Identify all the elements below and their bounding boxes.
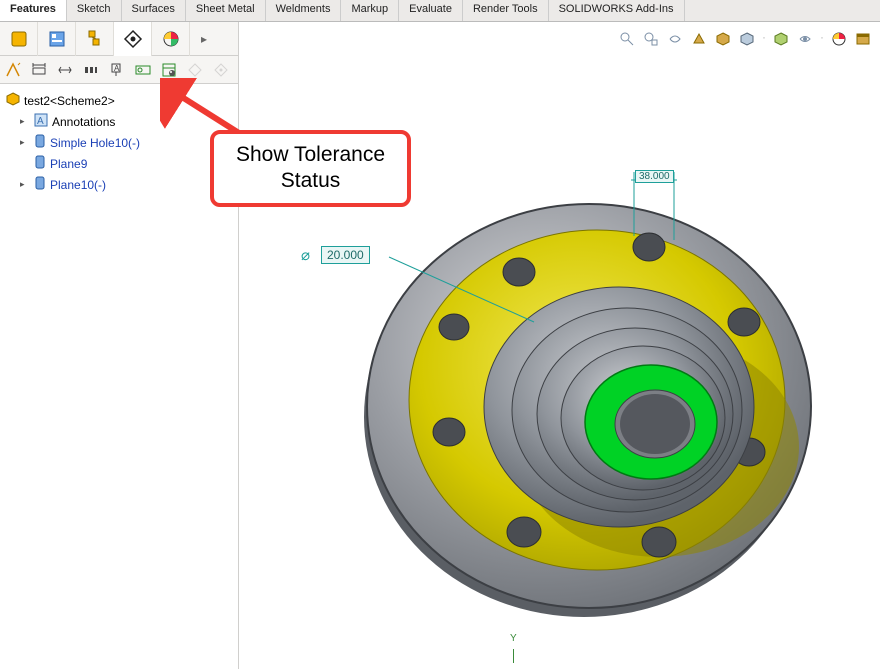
- pattern-feature-btn[interactable]: [82, 61, 100, 79]
- callout-text-2: Status: [236, 168, 385, 194]
- tab-sheet-metal[interactable]: Sheet Metal: [186, 0, 266, 21]
- tree-item-plane10[interactable]: ▸ Plane10(-): [6, 174, 232, 195]
- 3d-viewport[interactable]: · ·: [239, 22, 880, 669]
- feature-icon: [34, 176, 46, 193]
- tab-features[interactable]: Features: [0, 0, 67, 21]
- tab-markup[interactable]: Markup: [341, 0, 399, 21]
- location-dimension-btn[interactable]: [30, 61, 48, 79]
- size-dimension-btn[interactable]: [56, 61, 74, 79]
- dimxpert-toolbar: A: [0, 56, 238, 84]
- tree-item-hole[interactable]: ▸ Simple Hole10(-): [6, 132, 232, 153]
- property-manager-tab[interactable]: [38, 22, 76, 56]
- feature-icon: [34, 155, 46, 172]
- datum-btn[interactable]: A: [108, 61, 126, 79]
- axis-triad: Y: [507, 649, 514, 663]
- width-dimension[interactable]: 38.000: [635, 170, 674, 183]
- annotations-icon: A: [34, 113, 48, 130]
- axis-y-label: Y: [510, 633, 517, 644]
- part-icon: [6, 92, 20, 109]
- feature-manager-tab[interactable]: [0, 22, 38, 56]
- expand-icon[interactable]: ▸: [20, 116, 30, 127]
- tab-sketch[interactable]: Sketch: [67, 0, 122, 21]
- svg-text:A: A: [114, 64, 120, 73]
- tab-evaluate[interactable]: Evaluate: [399, 0, 463, 21]
- tree-item-label: Plane9: [50, 157, 87, 171]
- feature-tree[interactable]: test2<Scheme2> ▸ A Annotations ▸ Simple …: [0, 84, 238, 669]
- tree-annotations-label: Annotations: [52, 115, 115, 129]
- diameter-dimension[interactable]: 20.000: [321, 246, 370, 264]
- configuration-manager-tab[interactable]: [76, 22, 114, 56]
- panel-tab-row: ▸: [0, 22, 238, 56]
- disabled-btn-1: [186, 61, 204, 79]
- show-tolerance-status-btn[interactable]: [160, 61, 178, 79]
- auto-dimension-btn[interactable]: [4, 61, 22, 79]
- chevron-right-icon: ▸: [201, 32, 207, 46]
- expand-icon[interactable]: ▸: [20, 137, 30, 148]
- tab-surfaces[interactable]: Surfaces: [122, 0, 186, 21]
- disabled-btn-2: [212, 61, 230, 79]
- tree-root-label: test2<Scheme2>: [24, 94, 115, 108]
- tree-item-label: Plane10(-): [50, 178, 106, 192]
- diameter-symbol: ⌀: [301, 246, 310, 264]
- model-render: [239, 22, 879, 662]
- geometric-tolerance-btn[interactable]: [134, 61, 152, 79]
- tab-addins[interactable]: SOLIDWORKS Add-Ins: [549, 0, 685, 21]
- callout-text-1: Show Tolerance: [236, 142, 385, 168]
- display-manager-tab[interactable]: [152, 22, 190, 56]
- dimxpert-manager-tab[interactable]: [114, 22, 152, 56]
- tab-render-tools[interactable]: Render Tools: [463, 0, 549, 21]
- panel-expand[interactable]: ▸: [190, 22, 218, 56]
- tree-root[interactable]: test2<Scheme2>: [6, 90, 232, 111]
- svg-text:A: A: [37, 116, 44, 127]
- feature-tree-panel: ▸ A: [0, 22, 239, 669]
- feature-icon: [34, 134, 46, 151]
- tree-item-plane9[interactable]: Plane9: [6, 153, 232, 174]
- tree-annotations[interactable]: ▸ A Annotations: [6, 111, 232, 132]
- tree-item-label: Simple Hole10(-): [50, 136, 140, 150]
- tab-weldments[interactable]: Weldments: [266, 0, 342, 21]
- callout-box: Show Tolerance Status: [210, 130, 411, 207]
- expand-icon[interactable]: ▸: [20, 179, 30, 190]
- ribbon-tabs: Features Sketch Surfaces Sheet Metal Wel…: [0, 0, 880, 22]
